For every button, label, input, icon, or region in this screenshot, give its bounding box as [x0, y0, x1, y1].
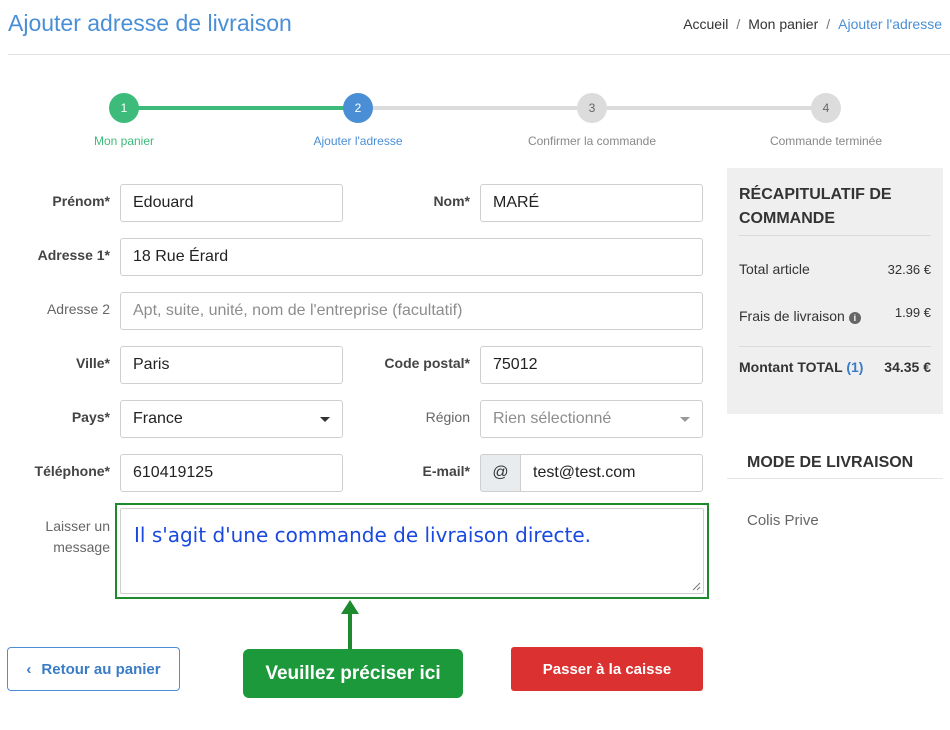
adresse2-input[interactable]: Apt, suite, unité, nom de l'entreprise (…: [120, 292, 703, 330]
summary-divider: [739, 235, 931, 236]
message-label: Laisser un message: [8, 516, 110, 558]
delivery-mode-title: MODE DE LIVRAISON: [747, 454, 914, 471]
step-connector-done: [124, 106, 358, 110]
shipping-fee-text: Frais de livraison: [739, 308, 845, 324]
cart-count-badge: (1): [846, 359, 864, 375]
adresse2-label: Adresse 2: [46, 301, 110, 317]
step-1-number: 1: [120, 101, 128, 115]
message-textarea[interactable]: Il s'agit d'une commande de livraison di…: [120, 508, 704, 594]
shipping-fee-label: Frais de livraison i: [739, 308, 861, 324]
ville-input[interactable]: Paris: [120, 346, 343, 384]
breadcrumb-home[interactable]: Accueil: [683, 16, 728, 32]
checkout-stepper: 1 2 3 4 Mon panier Ajouter l'adresse Con…: [0, 92, 950, 162]
at-sign-icon: @: [480, 454, 520, 492]
adresse1-input[interactable]: 18 Rue Érard: [120, 238, 703, 276]
delivery-option[interactable]: Colis Prive: [747, 512, 819, 529]
chevron-left-icon: ‹: [26, 660, 32, 678]
caret-down-icon: [320, 417, 330, 422]
step-3-number: 3: [588, 101, 596, 115]
prenom-input[interactable]: Edouard: [120, 184, 343, 222]
order-summary-title: RÉCAPITULATIF DE COMMANDE: [739, 186, 892, 227]
total-amount-label: Montant TOTAL (1): [739, 359, 863, 375]
pays-select[interactable]: France: [120, 400, 343, 438]
region-select-placeholder: Rien sélectionné: [493, 410, 612, 427]
resize-grip-icon[interactable]: [691, 581, 701, 591]
breadcrumb: Accueil / Mon panier / Ajouter l'adresse: [683, 16, 942, 32]
prenom-label: Prénom*: [52, 193, 110, 209]
email-input[interactable]: test@test.com: [520, 454, 703, 492]
telephone-input[interactable]: 610419125: [120, 454, 343, 492]
pays-label: Pays*: [71, 409, 110, 425]
step-4-number: 4: [822, 101, 830, 115]
email-input-group: @ test@test.com: [480, 454, 703, 492]
back-to-cart-label: Retour au panier: [41, 660, 161, 678]
breadcrumb-separator: /: [826, 16, 831, 32]
step-2-number: 2: [354, 101, 362, 115]
message-label-line2: message: [53, 539, 110, 555]
summary-divider: [739, 346, 931, 347]
breadcrumb-current: Ajouter l'adresse: [838, 16, 942, 32]
nom-input[interactable]: MARÉ: [480, 184, 703, 222]
caret-down-icon: [680, 417, 690, 422]
email-label: E-mail*: [422, 463, 470, 479]
step-1-circle: 1: [109, 93, 139, 123]
pays-select-value: France: [133, 410, 183, 427]
code-postal-label: Code postal*: [384, 355, 470, 371]
breadcrumb-separator: /: [736, 16, 741, 32]
breadcrumb-cart[interactable]: Mon panier: [748, 16, 818, 32]
message-text: Il s'agit d'une commande de livraison di…: [134, 523, 592, 547]
region-label: Région: [425, 409, 470, 425]
header-divider: [8, 54, 950, 55]
step-2-label: Ajouter l'adresse: [313, 134, 403, 148]
back-to-cart-button[interactable]: ‹ Retour au panier: [7, 647, 180, 691]
step-3-label: Confirmer la commande: [527, 134, 657, 148]
step-1-label: Mon panier: [93, 134, 155, 148]
region-select[interactable]: Rien sélectionné: [480, 400, 703, 438]
step-3-circle: 3: [577, 93, 607, 123]
delivery-divider: [727, 478, 943, 479]
telephone-label: Téléphone*: [34, 463, 110, 479]
total-article-label: Total article: [739, 261, 810, 277]
message-highlight-frame: Il s'agit d'une commande de livraison di…: [115, 503, 709, 599]
info-icon[interactable]: i: [848, 312, 861, 324]
page-title: Ajouter adresse de livraison: [8, 10, 292, 36]
message-label-line1: Laisser un: [45, 518, 110, 534]
adresse1-label: Adresse 1*: [37, 247, 110, 263]
total-article-value: 32.36 €: [887, 262, 931, 277]
step-2-circle: 2: [343, 93, 373, 123]
order-summary: RÉCAPITULATIF DE COMMANDE Total article …: [727, 168, 943, 414]
annotation-callout: Veuillez préciser ici: [243, 649, 463, 698]
code-postal-input[interactable]: 75012: [480, 346, 703, 384]
nom-label: Nom*: [433, 193, 470, 209]
arrow-shaft: [348, 612, 352, 650]
step-4-circle: 4: [811, 93, 841, 123]
step-4-label: Commande terminée: [769, 134, 883, 148]
total-amount-text: Montant TOTAL: [739, 359, 843, 375]
total-amount-value: 34.35 €: [884, 359, 931, 375]
shipping-fee-value: 1.99 €: [894, 305, 931, 320]
ville-label: Ville*: [76, 355, 110, 371]
checkout-button[interactable]: Passer à la caisse: [511, 647, 703, 691]
